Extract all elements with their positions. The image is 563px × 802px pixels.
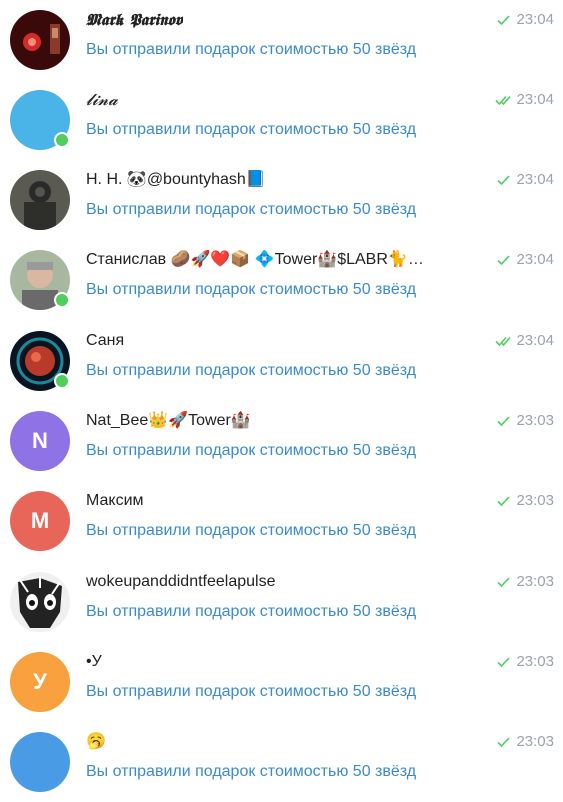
chat-list-item[interactable]: M Максим Вы отправили подарок стоимостью 5… xyxy=(0,481,563,561)
message-time: 23:04 xyxy=(516,332,554,349)
last-message-preview: Вы отправили подарок стоимостью 50 звёзд xyxy=(86,683,417,700)
message-meta: 23:04 xyxy=(495,250,554,270)
chat-name: wokeupanddidntfeelapulse xyxy=(86,573,276,590)
check-icon xyxy=(497,737,511,748)
avatar-image xyxy=(10,170,70,230)
chat-list-item[interactable]: 𝓵𝓲𝓷𝓪 Вы отправили подарок стоимостью 50 з… xyxy=(0,80,563,160)
last-message-preview: Вы отправили подарок стоимостью 50 звёзд xyxy=(86,121,417,138)
last-message-preview: Вы отправили подарок стоимостью 50 звёзд xyxy=(86,763,417,780)
avatar-letter: M xyxy=(30,508,50,533)
chat-name: Станислав 🥔🚀❤️📦 💠Tower🏰$LABR🐈… xyxy=(86,251,424,268)
avatar-image xyxy=(10,10,70,70)
check-icon xyxy=(497,657,511,668)
message-time: 23:04 xyxy=(516,171,554,188)
chat-list-item[interactable]: Станислав 🥔🚀❤️📦 💠Tower🏰$LABR🐈… Вы отправи… xyxy=(0,240,563,320)
check-icon xyxy=(497,15,511,26)
message-time: 23:04 xyxy=(516,91,554,108)
avatar xyxy=(10,90,70,150)
message-meta: 23:04 xyxy=(495,10,554,30)
chat-name: Н. Н. 🐼@bountyhash📘 xyxy=(86,171,266,188)
message-time: 23:03 xyxy=(516,492,554,509)
double-check-icon xyxy=(495,95,512,106)
avatar xyxy=(10,10,70,70)
chat-list: 𝕸𝖆𝖗𝖐 𝕻𝖆𝖗𝖎𝖓𝖔𝖛 Вы отправили подарок стоимос… xyxy=(0,0,563,800)
message-time: 23:03 xyxy=(516,412,554,429)
check-icon xyxy=(497,416,511,427)
double-check-icon xyxy=(495,336,512,347)
avatar-image: N xyxy=(10,411,70,471)
last-message-preview: Вы отправили подарок стоимостью 50 звёзд xyxy=(86,41,417,58)
avatar-image xyxy=(10,572,70,632)
chat-list-item[interactable]: Н. Н. 🐼@bountyhash📘 Вы отправили подарок … xyxy=(0,160,563,240)
chat-name: 🥱 xyxy=(86,733,106,750)
online-status-dot xyxy=(54,292,70,308)
message-meta: 23:03 xyxy=(495,572,554,592)
avatar: У xyxy=(10,652,70,712)
avatar-image: У xyxy=(10,652,70,712)
last-message-preview: Вы отправили подарок стоимостью 50 звёзд xyxy=(86,603,417,620)
message-time: 23:03 xyxy=(516,573,554,590)
last-message-preview: Вы отправили подарок стоимостью 50 звёзд xyxy=(86,442,417,459)
message-time: 23:03 xyxy=(516,653,554,670)
message-meta: 23:03 xyxy=(495,652,554,672)
chat-name: •У xyxy=(86,653,102,670)
check-icon xyxy=(497,496,511,507)
avatar xyxy=(10,170,70,230)
avatar xyxy=(10,331,70,391)
online-status-dot xyxy=(54,132,70,148)
last-message-preview: Вы отправили подарок стоимостью 50 звёзд xyxy=(86,281,417,298)
last-message-preview: Вы отправили подарок стоимостью 50 звёзд xyxy=(86,201,417,218)
chat-name: 𝓵𝓲𝓷𝓪 xyxy=(86,90,118,109)
chat-list-item[interactable]: 🥱 Вы отправили подарок стоимостью 50 звёз… xyxy=(0,722,563,802)
check-icon xyxy=(497,175,511,186)
avatar-image xyxy=(10,732,70,792)
message-meta: 23:03 xyxy=(495,732,554,752)
avatar: N xyxy=(10,411,70,471)
last-message-preview: Вы отправили подарок стоимостью 50 звёзд xyxy=(86,362,417,379)
chat-list-item[interactable]: 𝕸𝖆𝖗𝖐 𝕻𝖆𝖗𝖎𝖓𝖔𝖛 Вы отправили подарок стоимос… xyxy=(0,0,563,80)
message-time: 23:04 xyxy=(516,251,554,268)
message-meta: 23:04 xyxy=(495,170,554,190)
chat-name: Саня xyxy=(86,332,125,349)
message-meta: 23:04 xyxy=(495,331,554,351)
avatar xyxy=(10,572,70,632)
avatar-letter: У xyxy=(33,669,47,694)
message-time: 23:03 xyxy=(516,733,554,750)
message-meta: 23:03 xyxy=(495,491,554,511)
avatar-image: M xyxy=(10,491,70,551)
avatar: M xyxy=(10,491,70,551)
avatar-letter: N xyxy=(32,428,48,453)
last-message-preview: Вы отправили подарок стоимостью 50 звёзд xyxy=(86,522,417,539)
chat-list-item[interactable]: wokeupanddidntfeelapulse Вы отправили под… xyxy=(0,562,563,642)
check-icon xyxy=(497,255,511,266)
chat-name: Максим xyxy=(86,492,144,509)
chat-name: Nat_Bee👑🚀Tower🏰 xyxy=(86,412,251,429)
chat-list-item[interactable]: N Nat_Bee👑🚀Tower🏰 Вы отправили подарок сто… xyxy=(0,401,563,481)
message-meta: 23:03 xyxy=(495,411,554,431)
message-time: 23:04 xyxy=(516,11,554,28)
online-status-dot xyxy=(54,373,70,389)
chat-list-item[interactable]: Саня Вы отправили подарок стоимостью 50 з… xyxy=(0,321,563,401)
avatar xyxy=(10,250,70,310)
chat-name: 𝕸𝖆𝖗𝖐 𝕻𝖆𝖗𝖎𝖓𝖔𝖛 xyxy=(86,10,183,29)
chat-list-item[interactable]: У •У Вы отправили подарок стоимостью 50 зв… xyxy=(0,642,563,722)
message-meta: 23:04 xyxy=(495,90,554,110)
check-icon xyxy=(497,577,511,588)
avatar xyxy=(10,732,70,792)
